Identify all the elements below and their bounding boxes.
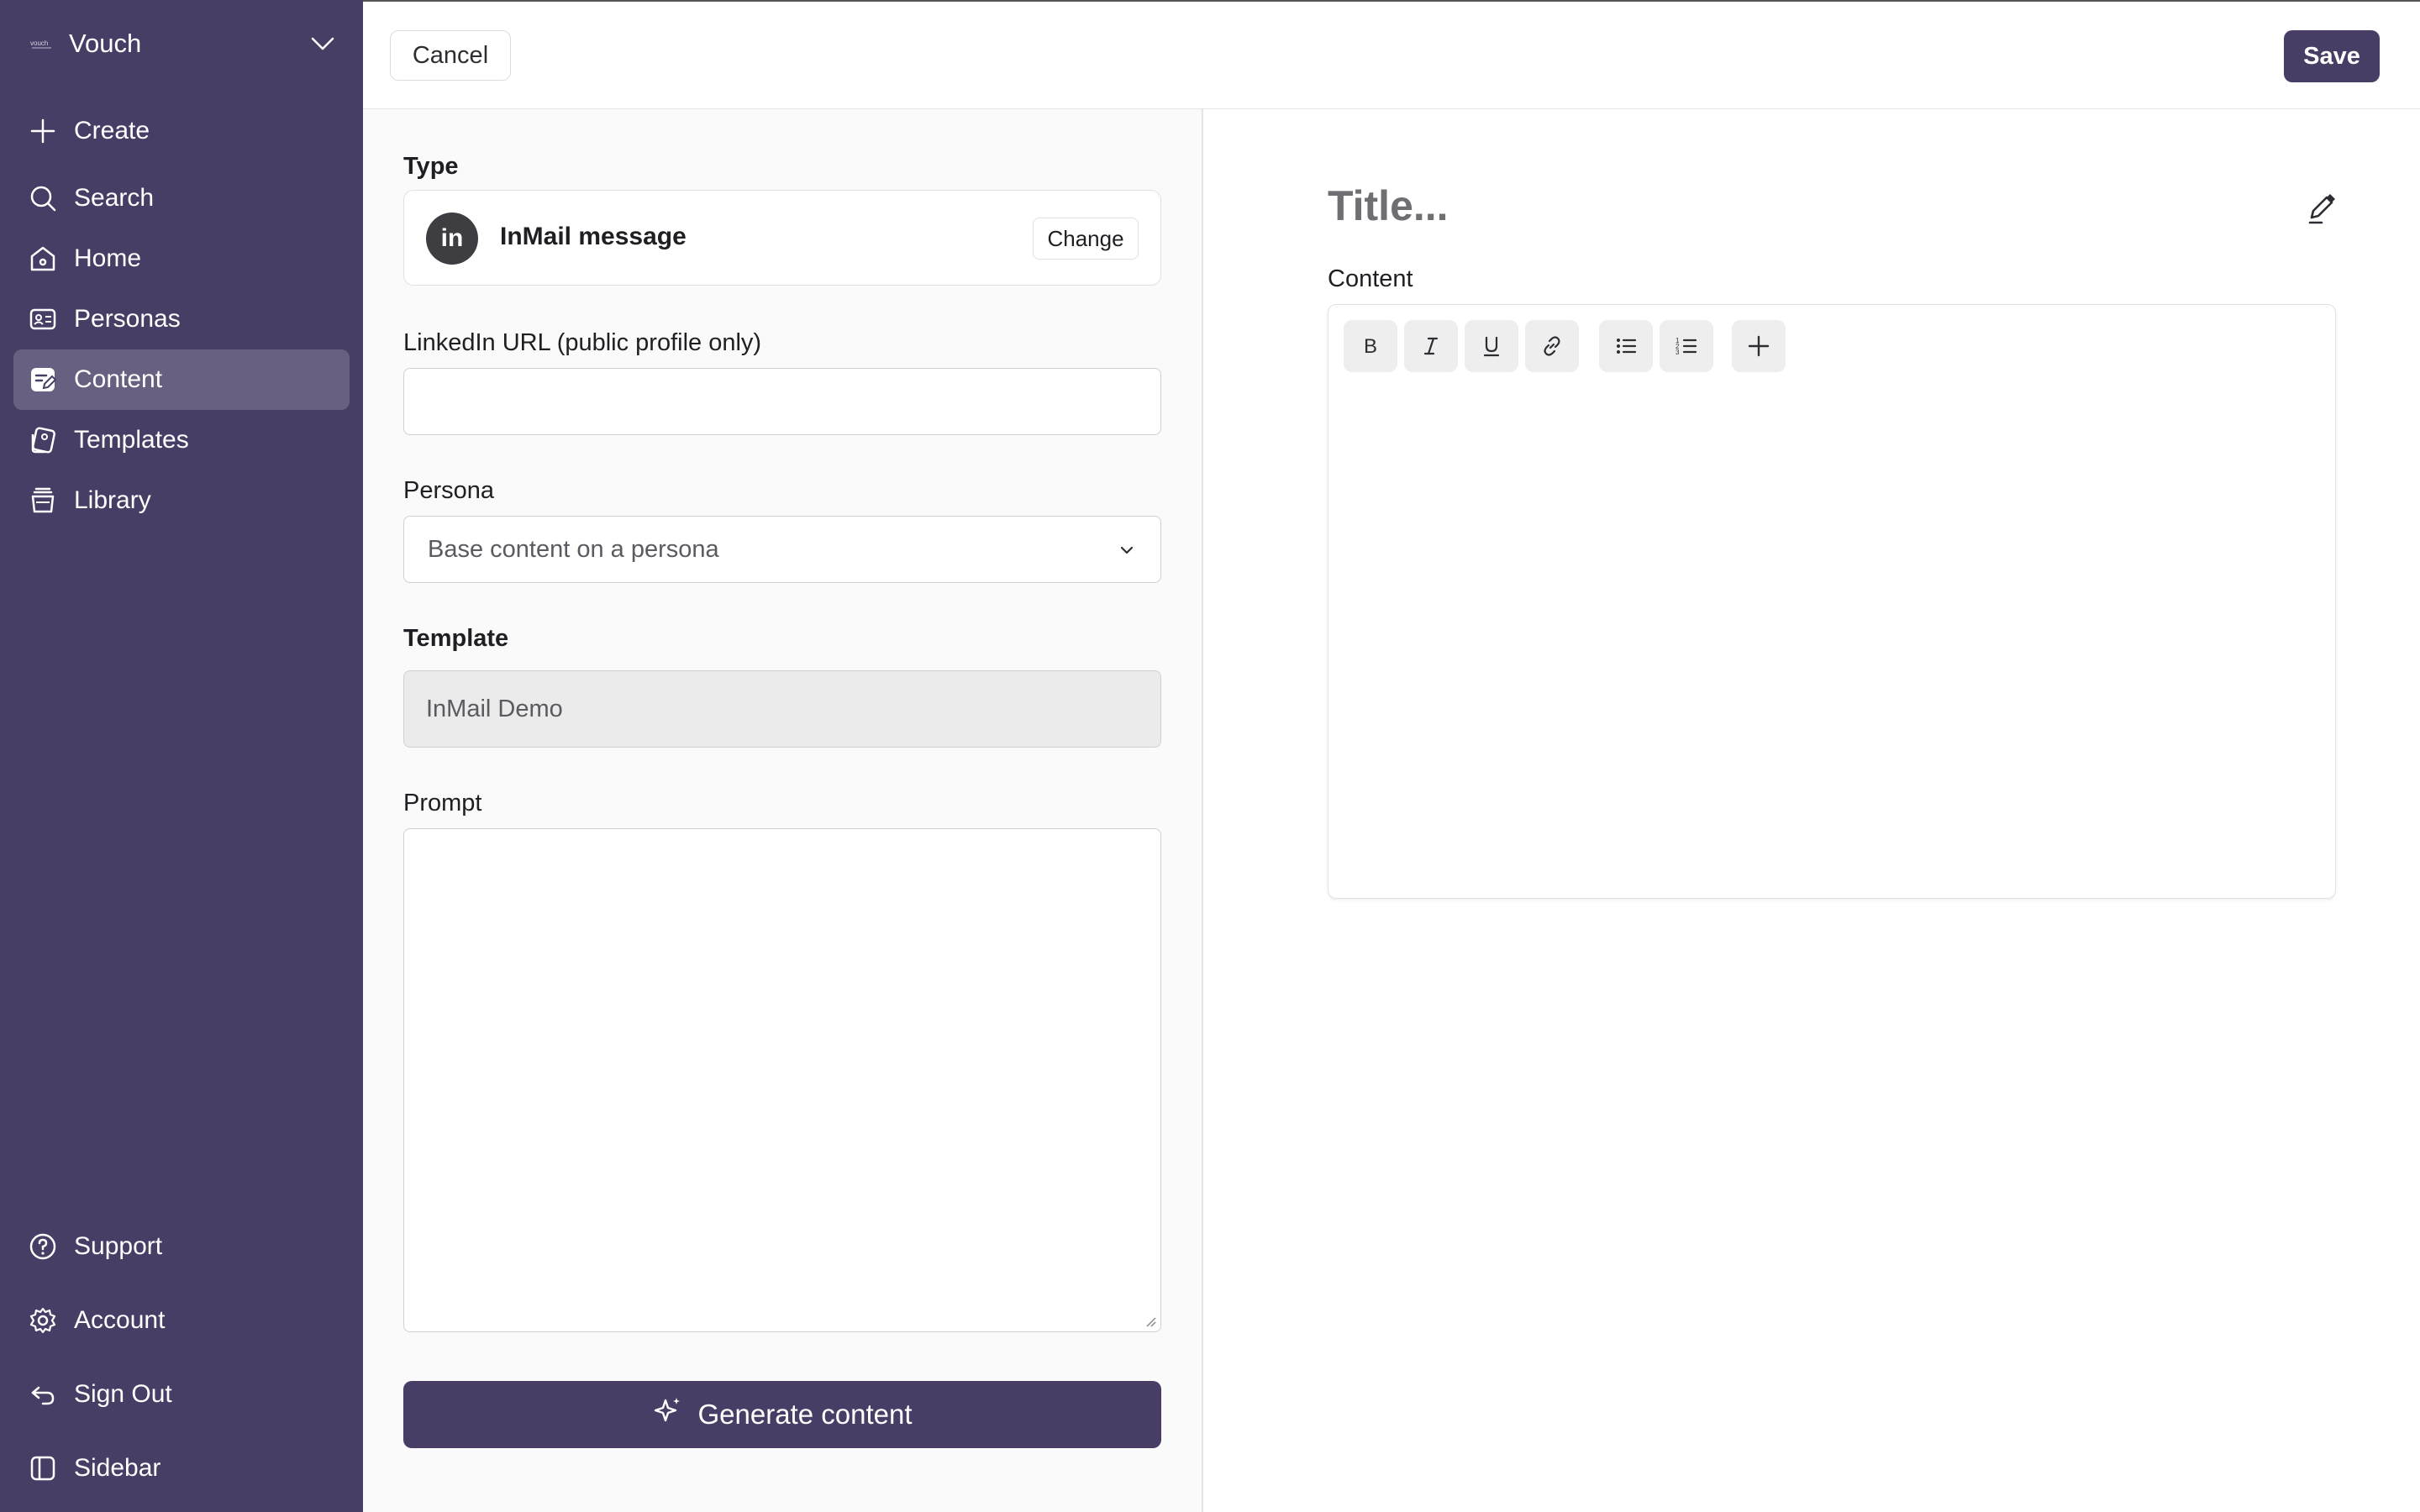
sidebar: vouch Vouch Create Search Home Personas bbox=[0, 0, 363, 1512]
bullet-list-icon[interactable] bbox=[1599, 320, 1653, 372]
search-icon bbox=[27, 182, 59, 214]
sidebar-item-label: Templates bbox=[74, 426, 189, 454]
persona-select[interactable]: Base content on a persona bbox=[403, 516, 1161, 583]
sidebar-item-personas[interactable]: Personas bbox=[13, 289, 350, 349]
svg-text:B: B bbox=[1364, 335, 1377, 358]
title-input[interactable]: Title... bbox=[1328, 181, 1449, 230]
sidebar-item-label: Home bbox=[74, 244, 142, 272]
gear-icon bbox=[27, 1305, 59, 1336]
sidebar-item-label: Personas bbox=[74, 305, 181, 333]
sidebar-item-support[interactable]: Support bbox=[13, 1216, 350, 1277]
sidebar-item-label: Create bbox=[74, 117, 150, 144]
sidebar-item-search[interactable]: Search bbox=[13, 168, 350, 228]
link-icon[interactable] bbox=[1525, 320, 1579, 372]
chevron-down-icon bbox=[1115, 538, 1139, 562]
underline-icon[interactable] bbox=[1465, 320, 1518, 372]
type-label: Type bbox=[403, 153, 459, 180]
templates-icon bbox=[27, 424, 59, 456]
numbered-list-icon[interactable]: 123 bbox=[1660, 320, 1713, 372]
pencil-icon[interactable] bbox=[2304, 192, 2339, 227]
help-circle-icon bbox=[27, 1231, 59, 1263]
sidebar-item-label: Search bbox=[74, 184, 155, 212]
home-icon bbox=[27, 243, 59, 275]
prompt-textarea[interactable] bbox=[403, 828, 1161, 1332]
sidebar-item-label: Account bbox=[74, 1306, 166, 1334]
generate-content-label: Generate content bbox=[697, 1399, 913, 1430]
save-button[interactable]: Save bbox=[2284, 30, 2380, 82]
vouch-logo: vouch bbox=[27, 35, 57, 52]
linkedin-url-label: LinkedIn URL (public profile only) bbox=[403, 329, 762, 356]
workspace-switcher[interactable]: vouch Vouch bbox=[27, 25, 338, 62]
edit-document-icon bbox=[27, 364, 59, 396]
resize-handle-icon[interactable] bbox=[1144, 1315, 1157, 1328]
top-bar: Cancel Save bbox=[363, 0, 2420, 109]
bold-icon[interactable]: B bbox=[1344, 320, 1397, 372]
sign-out-icon bbox=[27, 1378, 59, 1410]
change-type-button[interactable]: Change bbox=[1033, 218, 1139, 260]
persona-placeholder: Base content on a persona bbox=[428, 535, 719, 563]
sidebar-item-create[interactable]: Create bbox=[13, 101, 350, 161]
sidebar-item-label: Support bbox=[74, 1232, 163, 1260]
template-field: InMail Demo bbox=[403, 670, 1161, 748]
content-form-panel: Type in InMail message Change LinkedIn U… bbox=[363, 109, 1203, 1512]
type-value: InMail message bbox=[500, 223, 687, 250]
template-label: Template bbox=[403, 625, 509, 652]
sidebar-item-sidebar[interactable]: Sidebar bbox=[13, 1438, 350, 1499]
plus-icon bbox=[27, 115, 59, 147]
sidebar-toggle-icon bbox=[27, 1452, 59, 1484]
sidebar-item-label: Sign Out bbox=[74, 1380, 172, 1408]
sidebar-item-label: Sidebar bbox=[74, 1454, 161, 1482]
rich-text-editor[interactable]: B 123 bbox=[1328, 304, 2336, 899]
sidebar-item-account[interactable]: Account bbox=[13, 1290, 350, 1351]
linkedin-url-input[interactable] bbox=[403, 368, 1161, 435]
type-card: in InMail message Change bbox=[403, 190, 1161, 286]
linkedin-icon-text: in bbox=[440, 224, 464, 252]
workspace-name: Vouch bbox=[69, 29, 142, 58]
sparkle-icon bbox=[652, 1395, 684, 1434]
chevron-down-icon[interactable] bbox=[308, 29, 338, 59]
sidebar-item-library[interactable]: Library bbox=[13, 470, 350, 531]
sidebar-item-label: Content bbox=[74, 365, 163, 393]
id-card-icon bbox=[27, 303, 59, 335]
sidebar-item-sign-out[interactable]: Sign Out bbox=[13, 1364, 350, 1425]
plus-icon[interactable] bbox=[1732, 320, 1786, 372]
svg-text:3: 3 bbox=[1676, 349, 1680, 356]
generate-content-button[interactable]: Generate content bbox=[403, 1381, 1161, 1448]
cancel-button[interactable]: Cancel bbox=[390, 30, 511, 81]
linkedin-icon: in bbox=[426, 213, 478, 265]
content-label: Content bbox=[1328, 265, 1413, 292]
persona-label: Persona bbox=[403, 477, 495, 504]
italic-icon[interactable] bbox=[1404, 320, 1458, 372]
sidebar-item-content[interactable]: Content bbox=[13, 349, 350, 410]
sidebar-item-home[interactable]: Home bbox=[13, 228, 350, 289]
editor-panel: Title... Content B 123 bbox=[1203, 109, 2420, 1512]
svg-text:vouch: vouch bbox=[30, 39, 48, 47]
library-icon bbox=[27, 485, 59, 517]
sidebar-item-label: Library bbox=[74, 486, 151, 514]
prompt-label: Prompt bbox=[403, 790, 482, 816]
sidebar-item-templates[interactable]: Templates bbox=[13, 410, 350, 470]
